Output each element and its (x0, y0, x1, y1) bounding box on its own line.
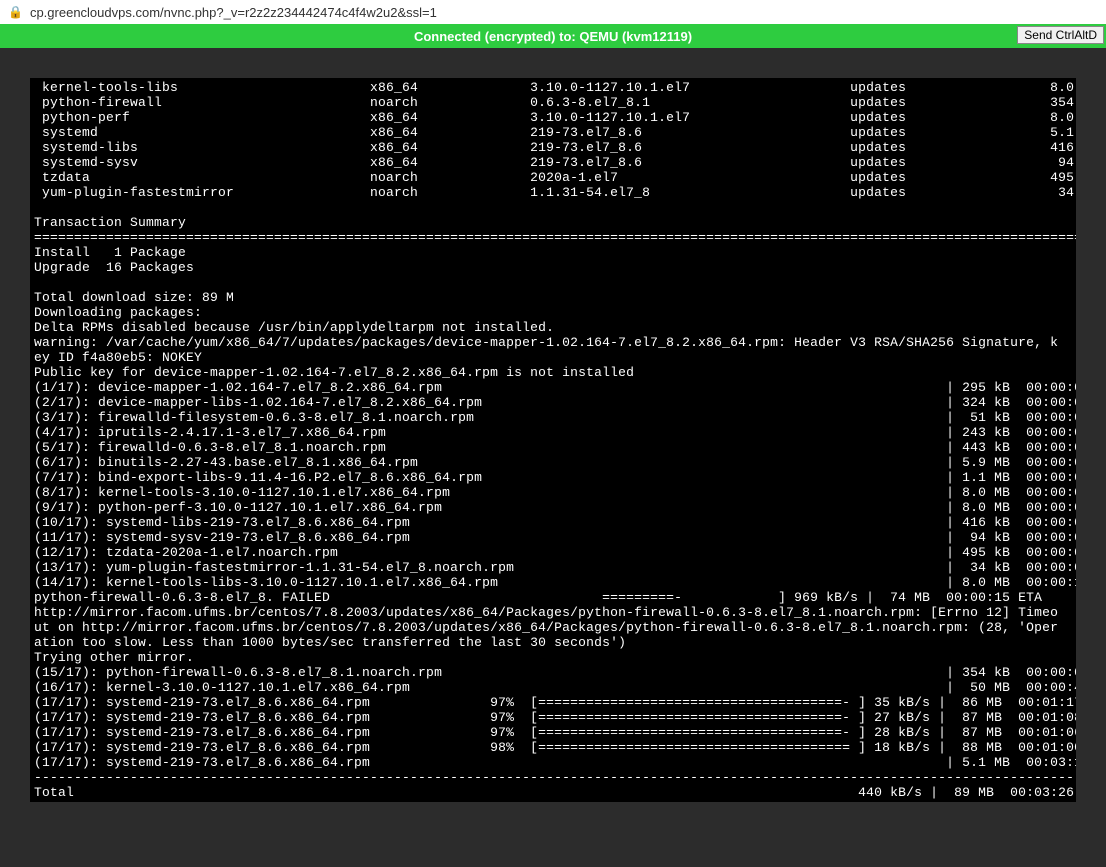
status-text: Connected (encrypted) to: QEMU (kvm12119… (414, 29, 692, 44)
terminal-container: kernel-tools-libs x86_64 3.10.0-1127.10.… (0, 48, 1106, 812)
url-text: cp.greencloudvps.com/nvnc.php?_v=r2z2z23… (30, 5, 437, 20)
send-ctrlaltdel-button[interactable]: Send CtrlAltD (1017, 26, 1104, 44)
vnc-status-bar: Connected (encrypted) to: QEMU (kvm12119… (0, 24, 1106, 48)
lock-icon: 🔒 (8, 5, 23, 19)
terminal-output: kernel-tools-libs x86_64 3.10.0-1127.10.… (30, 78, 1076, 802)
browser-url-bar[interactable]: 🔒 cp.greencloudvps.com/nvnc.php?_v=r2z2z… (0, 0, 1106, 24)
